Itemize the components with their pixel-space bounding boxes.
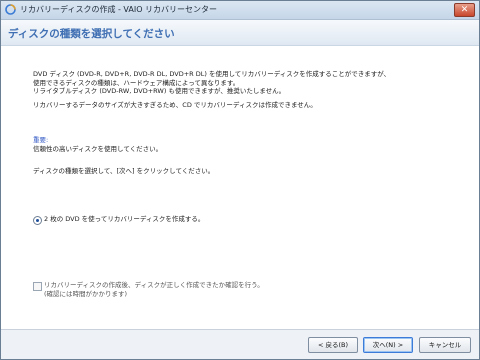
window-title: リカバリーディスクの作成 - VAIO リカバリーセンター xyxy=(20,5,218,14)
close-button[interactable]: ✕ xyxy=(454,3,475,17)
verify-checkbox-label-line-1: リカバリーディスクの作成後、ディスクが正しく作成できたか確認を行う。 xyxy=(44,281,264,289)
description-line-2: 使用できるディスクの種類は、ハードウェア構成によって異なります。 xyxy=(33,78,240,87)
cd-notice: リカバリーするデータのサイズが大きすぎるため、CD でリカバリーディスクは作成で… xyxy=(33,101,317,109)
instruction-text: ディスクの種類を選択して、[次へ] をクリックしてください。 xyxy=(33,167,215,175)
vaio-recovery-app-icon xyxy=(5,4,16,15)
important-label: 重要: xyxy=(33,136,49,144)
radio-option-label: 2 枚の DVD を使ってリカバリーディスクを作成する。 xyxy=(44,215,205,223)
next-button[interactable]: 次へ(N) > xyxy=(363,337,413,353)
title-bar: リカバリーディスクの作成 - VAIO リカバリーセンター ✕ xyxy=(1,1,479,20)
recovery-wizard-window: リカバリーディスクの作成 - VAIO リカバリーセンター ✕ ディスクの種類を… xyxy=(0,0,480,360)
important-text: 信頼性の高いディスクを使用してください。 xyxy=(33,145,163,153)
description-line-1: DVD ディスク (DVD-R, DVD+R, DVD-R DL, DVD+R … xyxy=(33,70,391,78)
page-title: ディスクの種類を選択してください xyxy=(8,28,175,40)
verify-checkbox-label-line-2: (確認には時間がかかります) xyxy=(44,289,128,298)
close-icon: ✕ xyxy=(460,5,469,15)
footer-divider xyxy=(1,329,479,330)
verify-checkbox[interactable] xyxy=(33,282,42,291)
content-panel: DVD ディスク (DVD-R, DVD+R, DVD-R DL, DVD+R … xyxy=(1,46,479,329)
wizard-header: ディスクの種類を選択してください xyxy=(1,20,479,46)
back-button[interactable]: < 戻る(B) xyxy=(308,337,358,353)
cancel-button[interactable]: キャンセル xyxy=(419,337,471,353)
description-line-3: リライタブルディスク (DVD-RW, DVD+RW) も使用できますが、推奨い… xyxy=(33,87,286,95)
radio-button-selected[interactable] xyxy=(33,216,42,225)
